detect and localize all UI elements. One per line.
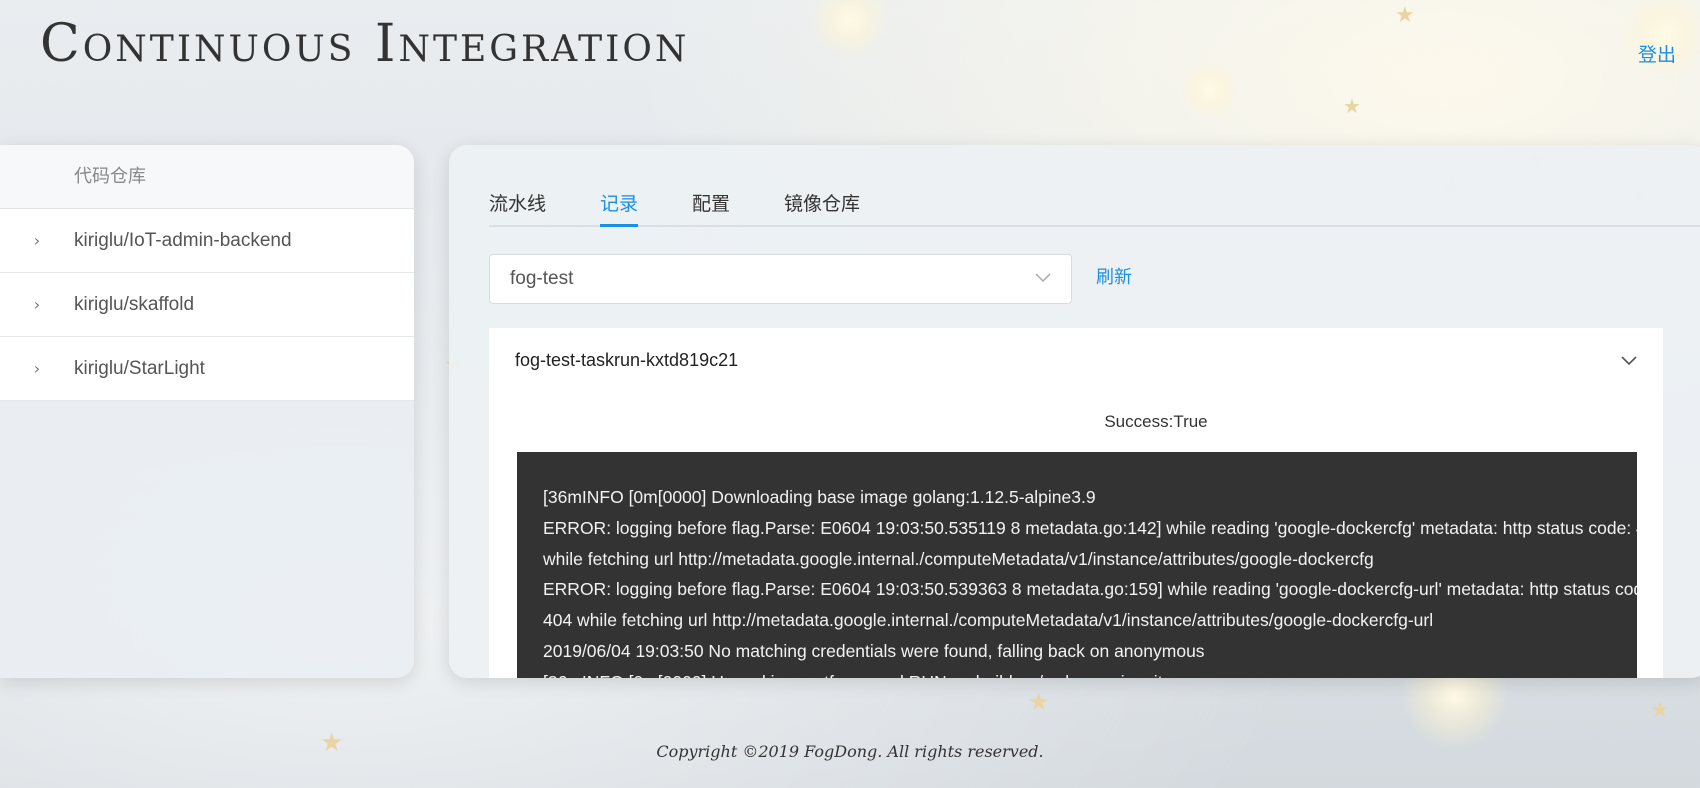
refresh-button[interactable]: 刷新 bbox=[1096, 263, 1132, 289]
log-line: ERROR: logging before flag.Parse: E0604 … bbox=[543, 579, 1637, 600]
sidebar-item-starlight[interactable]: › kiriglu/StarLight bbox=[0, 337, 414, 401]
chevron-right-icon: › bbox=[33, 295, 41, 314]
sidebar-item-skaffold[interactable]: › kiriglu/skaffold bbox=[0, 273, 414, 337]
sidebar-item-label: kiriglu/IoT-admin-backend bbox=[74, 229, 292, 251]
pipeline-select[interactable]: fog-test bbox=[489, 254, 1072, 304]
log-line: [36mINFO [0m[0000] Unpacking rootfs as c… bbox=[543, 667, 1637, 678]
star-decoration-icon: ★ bbox=[1395, 3, 1415, 28]
logout-link[interactable]: 登出 bbox=[1638, 40, 1676, 67]
light-glow bbox=[810, 0, 890, 60]
taskrun-status: Success:True bbox=[1104, 412, 1208, 431]
main-panel: 流水线 记录 配置 镜像仓库 fog-test 刷新 fog-test-task… bbox=[449, 145, 1700, 678]
log-line: 404 while fetching url http://metadata.g… bbox=[543, 610, 1434, 631]
light-glow bbox=[1180, 60, 1240, 120]
log-line: while fetching url http://metadata.googl… bbox=[543, 548, 1374, 569]
taskrun-header[interactable]: fog-test-taskrun-kxtd819c21 bbox=[489, 328, 1663, 392]
star-decoration-icon: ★ bbox=[1028, 688, 1050, 716]
taskrun-name: fog-test-taskrun-kxtd819c21 bbox=[515, 349, 739, 370]
chevron-right-icon: › bbox=[33, 359, 41, 378]
sidebar-item-label: kiriglu/StarLight bbox=[74, 357, 205, 379]
tab-bar: 流水线 记录 配置 镜像仓库 bbox=[489, 183, 1700, 227]
repository-sidebar: 代码仓库 › kiriglu/IoT-admin-backend › kirig… bbox=[0, 145, 414, 678]
chevron-right-icon: › bbox=[33, 231, 41, 250]
sidebar-item-label: kiriglu/skaffold bbox=[74, 293, 195, 315]
chevron-down-icon[interactable] bbox=[1621, 351, 1637, 370]
log-line: [36mINFO [0m[0000] Downloading base imag… bbox=[543, 487, 1096, 507]
pipeline-select-value: fog-test bbox=[510, 268, 574, 289]
tab-pipeline[interactable]: 流水线 bbox=[489, 183, 546, 225]
footer-copyright: Copyright ©2019 FogDong. All rights rese… bbox=[656, 742, 1044, 761]
tab-image-registry[interactable]: 镜像仓库 bbox=[784, 183, 860, 225]
tab-records[interactable]: 记录 bbox=[600, 183, 639, 227]
log-output[interactable]: [36mINFO [0m[0000] Downloading base imag… bbox=[517, 452, 1637, 678]
star-decoration-icon: ★ bbox=[1650, 698, 1670, 723]
sidebar-header: 代码仓库 bbox=[0, 145, 414, 209]
site-title: Continuous Integration bbox=[40, 14, 690, 74]
taskrun-panel: fog-test-taskrun-kxtd819c21 Success:True… bbox=[489, 328, 1663, 678]
chevron-down-icon bbox=[1035, 271, 1051, 287]
tab-config[interactable]: 配置 bbox=[692, 183, 730, 225]
log-line: 2019/06/04 19:03:50 No matching credenti… bbox=[543, 640, 1205, 661]
sidebar-item-iot-admin-backend[interactable]: › kiriglu/IoT-admin-backend bbox=[0, 209, 414, 273]
log-line: ERROR: logging before flag.Parse: E0604 … bbox=[543, 517, 1637, 538]
star-decoration-icon: ★ bbox=[1343, 94, 1361, 118]
